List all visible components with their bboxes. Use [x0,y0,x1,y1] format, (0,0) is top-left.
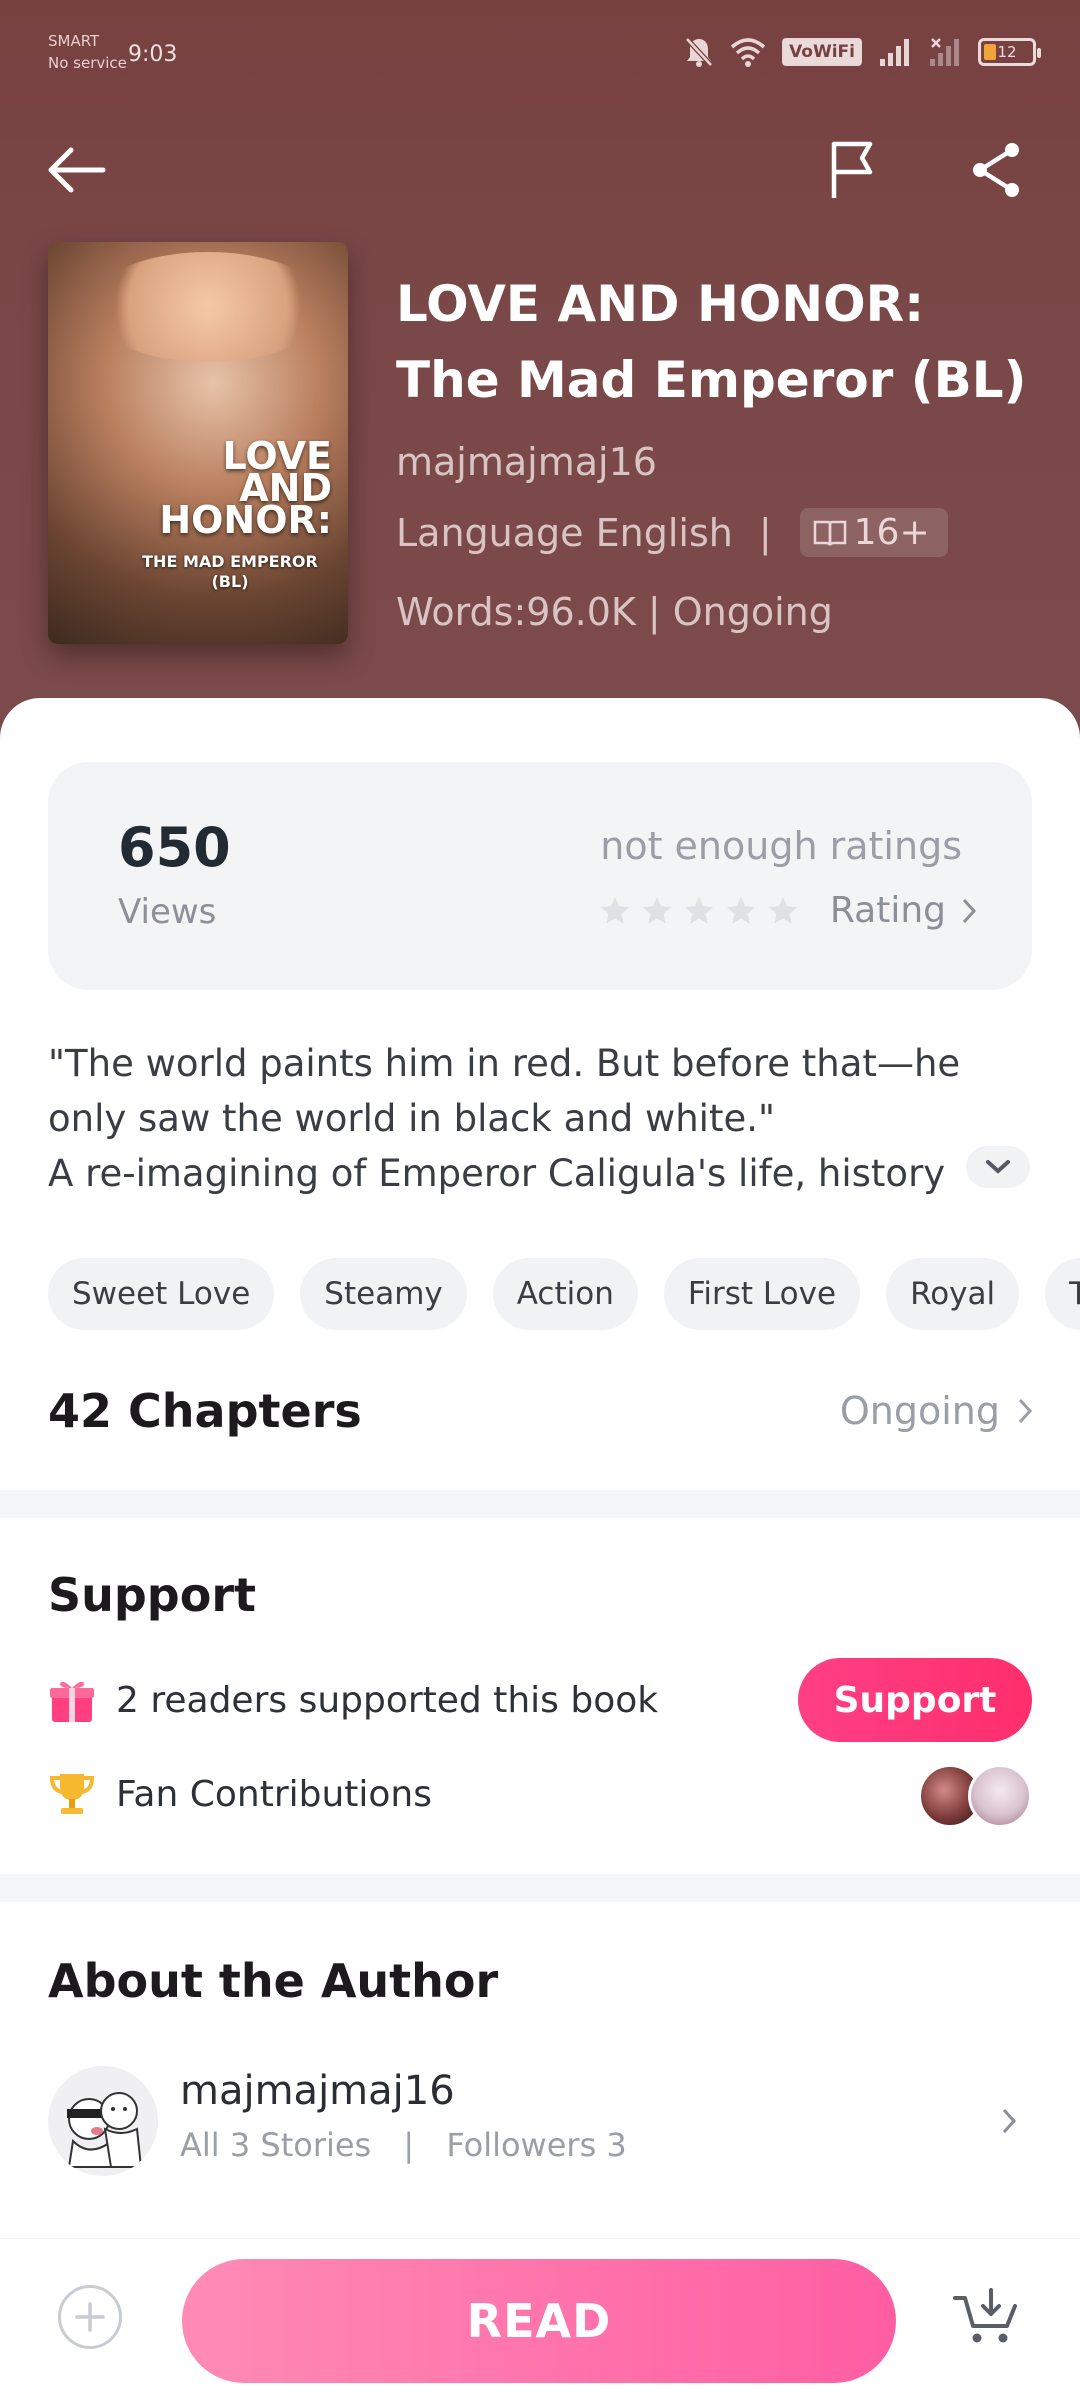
signal-icon [880,39,909,66]
chevron-right-icon [1018,1398,1032,1424]
rating-row[interactable]: Rating [598,890,976,931]
author-avatar[interactable] [48,2066,158,2176]
share-icon [973,143,1019,197]
synopsis-line: only saw the world in black and white." [48,1097,775,1140]
tag-chip[interactable]: Royal [886,1258,1020,1330]
share-button[interactable] [956,130,1036,210]
support-button[interactable]: Support [798,1658,1032,1742]
tag-chip[interactable]: Steamy [300,1258,467,1330]
stats-card: 650 Views not enough ratings Rating [48,762,1032,990]
bell-off-icon [685,37,713,67]
status-time: 9:03 [128,42,178,67]
bottom-action-bar: READ [0,2238,1080,2400]
chapters-row[interactable]: 42 Chapters Ongoing [48,1384,1032,1438]
chevron-down-icon [986,1160,1010,1174]
chevron-right-icon [1002,2108,1017,2134]
age-rating-badge: 16+ [799,508,948,557]
add-icon [75,2302,105,2332]
tag-chip[interactable]: Sweet Love [48,1258,275,1330]
star-icon [642,896,672,924]
author-stories: All 3 Stories [180,2126,372,2164]
language-separator: | [758,510,772,555]
battery-icon: 12 [978,38,1041,66]
tag-chip[interactable]: Twis [1045,1258,1080,1330]
section-divider [0,1490,1080,1518]
author-meta-separator: | [403,2126,415,2164]
book-cover[interactable]: LOVE AND HONOR: THE MAD EMPEROR (BL) [48,242,348,644]
top-nav [0,130,1080,210]
wifi-icon [730,38,766,67]
book-title: LOVE AND HONOR: The Mad Emperor (BL) [396,275,1027,409]
views-label: Views [118,892,217,932]
fan-contributions-row[interactable]: Fan Contributions [48,1770,1032,1818]
carrier-info: SMART No service [48,30,127,74]
support-readers-text: 2 readers supported this book [116,1679,659,1721]
cover-subtitle: THE MAD EMPEROR (BL) [142,552,318,591]
book-words-status: Words:96.0K | Ongoing [396,590,833,634]
cart-icon [953,2288,1017,2343]
flag-icon [831,141,873,198]
status-icons: VoWiFi 12 [684,36,1041,68]
fan-contributions-text: Fan Contributions [116,1773,433,1815]
fan-avatars[interactable] [918,1764,1032,1828]
rating-label: Rating [829,890,946,931]
book-language: Language English | 16+ [396,508,948,557]
battery-level: 12 [997,43,1017,61]
avatar [968,1764,1032,1828]
book-icon [813,520,846,546]
expand-synopsis-button[interactable] [966,1146,1030,1188]
rating-note: not enough ratings [600,824,962,868]
chapters-status: Ongoing [840,1389,1032,1433]
author-details-button[interactable] [1002,2108,1017,2138]
chapters-status-label: Ongoing [839,1389,1000,1433]
purchase-button[interactable] [948,2279,1024,2355]
author-avatar-image [67,2092,143,2168]
tag-chip[interactable]: Action [492,1258,638,1330]
tag-chip[interactable]: First Love [663,1258,861,1330]
language-label: Language English [396,510,733,555]
cover-art [88,252,328,362]
tag-list: Sweet Love Steamy Action First Love Roya… [48,1258,1080,1330]
carrier-status: No service [48,54,127,72]
chevron-right-icon [962,898,976,923]
carrier-name: SMART [48,32,100,50]
synopsis-line: A re-imagining of Emperor Caligula's lif… [48,1152,946,1195]
add-to-library-button[interactable] [58,2285,122,2349]
back-button[interactable] [36,130,116,210]
read-button[interactable]: READ [182,2259,896,2383]
book-header: SMART No service 9:03 VoWiFi 12 LOVE AND… [0,0,1080,740]
book-details-sheet: 650 Views not enough ratings Rating "The… [0,698,1080,2238]
about-author-title: About the Author [48,1954,499,2008]
star-icon [768,896,798,924]
chapters-count: 42 Chapters [48,1384,362,1438]
views-count: 650 [118,816,231,879]
star-icon [726,896,756,924]
vowifi-badge: VoWiFi [782,38,862,66]
report-button[interactable] [812,130,892,210]
status-bar: SMART No service 9:03 VoWiFi 12 [0,0,1080,110]
signal-icon [930,38,959,66]
author-meta: All 3 Stories | Followers 3 [180,2126,627,2164]
section-divider [0,1874,1080,1902]
back-arrow-icon [48,147,106,193]
support-section-title: Support [48,1568,257,1622]
age-rating: 16+ [853,512,930,553]
author-followers: Followers 3 [446,2126,627,2164]
star-icon [600,896,630,924]
rating-stars [598,894,800,928]
cover-title: LOVE AND HONOR: [159,434,332,542]
synopsis[interactable]: "The world paints him in red. But before… [48,1036,1032,1201]
book-author[interactable]: majmajmaj16 [396,440,657,484]
gift-icon [50,1681,94,1722]
synopsis-line: "The world paints him in red. But before… [48,1042,961,1085]
trophy-icon [49,1774,95,1814]
star-icon [684,896,714,924]
rating-link: Rating [830,890,976,931]
author-name[interactable]: majmajmaj16 [180,2068,455,2114]
